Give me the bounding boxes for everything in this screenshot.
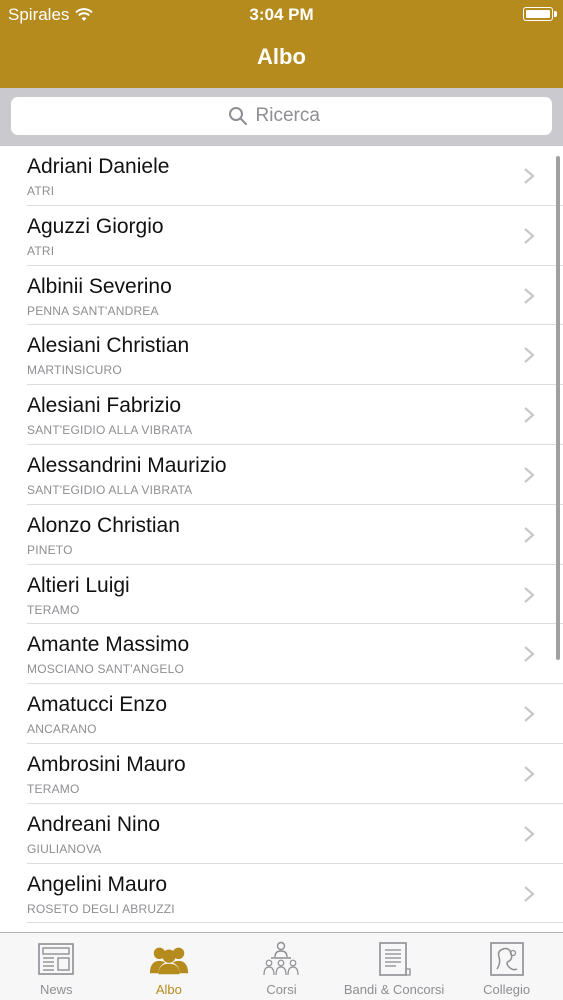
list-item[interactable]: Amatucci Enzo ANCARANO [27, 684, 563, 744]
list-item[interactable]: Alessandrini Maurizio SANT'EGIDIO ALLA VI… [27, 445, 563, 505]
chevron-right-icon [524, 227, 535, 244]
member-name: Angelini Mauro [27, 872, 168, 896]
list-item[interactable]: Alesiani Fabrizio SANT'EGIDIO ALLA VIBRAT… [27, 385, 563, 445]
chevron-right-icon [524, 885, 535, 902]
member-name: Aguzzi Giorgio [27, 214, 164, 238]
list-item[interactable]: Alonzo Christian PINETO [27, 505, 563, 565]
member-city: TERAMO [27, 781, 80, 796]
member-city: ATRI [27, 243, 55, 258]
tab-bar: News Albo Corsi Bandi & Concorsi Collegio [0, 932, 563, 1000]
classroom-icon [261, 940, 301, 978]
search-input[interactable] [255, 105, 336, 127]
chevron-right-icon [524, 407, 535, 424]
chevron-right-icon [524, 526, 535, 543]
member-city: GIULIANOVA [27, 841, 102, 856]
member-name: Alesiani Christian [27, 334, 190, 358]
member-city: ROSETO DEGLI ABRUZZI [27, 901, 175, 916]
tab-label: Collegio [483, 982, 531, 997]
document-icon [374, 940, 414, 978]
member-city: PENNA SANT'ANDREA [27, 303, 159, 318]
list-item[interactable]: Alesiani Christian MARTINSICURO [27, 325, 563, 386]
tab-collegio[interactable]: Collegio [450, 933, 563, 1000]
member-city: MOSCIANO SANT'ANGELO [27, 662, 184, 677]
chevron-right-icon [524, 467, 535, 483]
chevron-right-icon [524, 706, 535, 722]
list-item[interactable]: Aguzzi Giorgio ATRI [27, 206, 563, 266]
member-name: Amante Massimo [27, 633, 190, 657]
tab-label: Corsi [266, 982, 297, 997]
member-city: ATRI [27, 184, 55, 198]
tab-albo[interactable]: Albo [113, 933, 226, 1000]
member-city: TERAMO [27, 602, 80, 617]
members-list[interactable]: Adriani Daniele ATRI Aguzzi Giorgio ATRI Alb… [0, 146, 563, 932]
tab-news[interactable]: News [0, 933, 113, 1000]
chevron-right-icon [524, 287, 535, 304]
member-name: Alesiani Fabrizio [27, 394, 182, 418]
chevron-right-icon [524, 168, 535, 184]
chevron-right-icon [524, 586, 535, 603]
people-icon [149, 940, 189, 978]
list-item[interactable]: Ambrosini Mauro TERAMO [27, 744, 563, 804]
member-city: SANT'EGIDIO ALLA VIBRATA [27, 482, 193, 497]
member-name: Alonzo Christian [27, 513, 180, 537]
list-item[interactable]: Altieri Luigi TERAMO [27, 565, 563, 625]
member-city: MARTINSICURO [27, 363, 122, 378]
member-name: Ambrosini Mauro [27, 752, 186, 776]
search-icon [228, 107, 247, 125]
chevron-right-icon [524, 347, 535, 364]
member-city: SANT'EGIDIO ALLA VIBRATA [27, 423, 193, 438]
tab-label: Albo [155, 982, 182, 997]
page-title: Albo [257, 44, 306, 69]
scrollbar[interactable] [556, 156, 560, 660]
navigation-header: Spirales 3:04 PM Albo [0, 0, 563, 88]
chevron-right-icon [524, 825, 535, 842]
clock: 3:04 PM [249, 5, 314, 24]
list-item[interactable]: Andreani Nino GIULIANOVA [27, 804, 563, 864]
list-item[interactable]: Amante Massimo MOSCIANO SANT'ANGELO [27, 624, 563, 685]
status-bar: Spirales 3:04 PM [0, 0, 563, 30]
member-name: Amatucci Enzo [27, 693, 168, 717]
tab-bandi-concorsi[interactable]: Bandi & Concorsi [338, 933, 451, 1000]
battery-icon [523, 7, 557, 21]
member-name: Adriani Daniele [27, 155, 170, 178]
map-icon [487, 940, 527, 978]
list-item[interactable]: Albinii Severino PENNA SANT'ANDREA [27, 266, 563, 326]
newspaper-icon [36, 940, 76, 978]
chevron-right-icon [524, 766, 535, 782]
member-city: PINETO [27, 542, 73, 557]
tab-label: Bandi & Concorsi [343, 982, 445, 997]
search-bar [0, 88, 563, 146]
tab-corsi[interactable]: Corsi [225, 933, 338, 1000]
tab-label: News [40, 982, 73, 997]
member-name: Albinii Severino [27, 274, 172, 298]
list-item[interactable]: Angelini Mauro ROSETO DEGLI ABRUZZI [27, 864, 563, 924]
search-field[interactable] [11, 97, 552, 135]
member-name: Andreani Nino [27, 812, 161, 836]
list-item[interactable]: Adriani Daniele ATRI [27, 146, 563, 206]
member-city: ANCARANO [27, 722, 97, 737]
member-name: Alessandrini Maurizio [27, 453, 227, 477]
chevron-right-icon [524, 646, 535, 663]
member-name: Altieri Luigi [27, 573, 130, 597]
